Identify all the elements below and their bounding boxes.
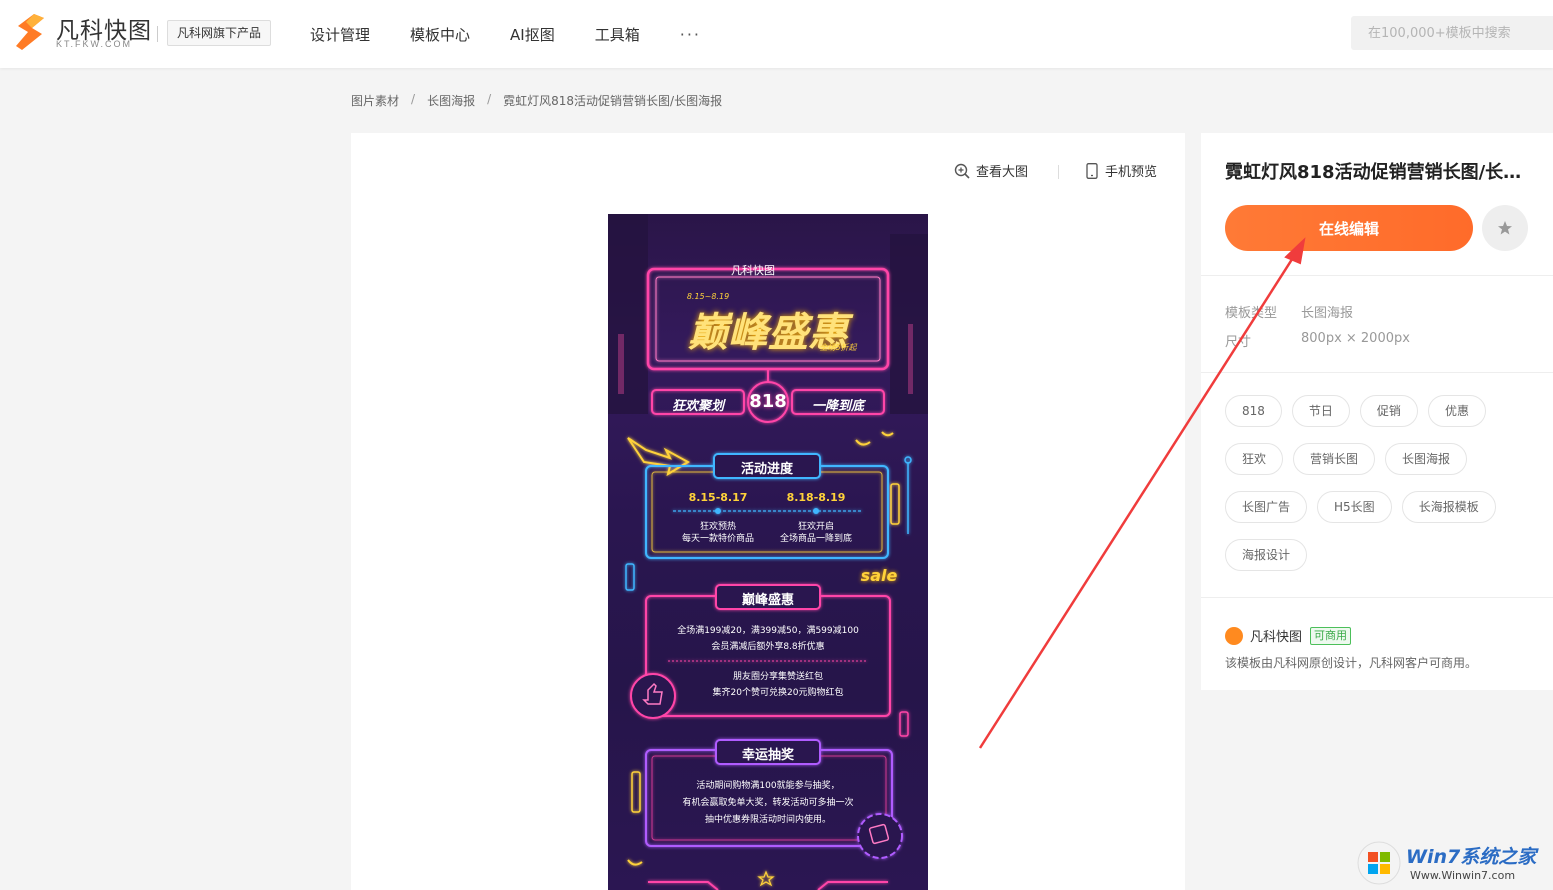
poster-s3-line3: 抽中优惠券限活动时间内使用。 xyxy=(704,815,831,825)
poster-s2-line1: 全场满199减20，满399减50，满599减100 xyxy=(677,626,859,636)
mobile-preview-label: 手机预览 xyxy=(1105,165,1158,180)
poster-left-banner: 狂欢聚划 xyxy=(671,399,724,414)
view-large-button[interactable]: 查看大图 xyxy=(954,161,1028,180)
top-header: 凡科快图 KT.FKW.COM 凡科网旗下产品 设计管理 模板中心 AI抠图 工… xyxy=(0,0,1553,68)
poster-s3-line2: 有机会赢取免单大奖，转发活动可多抽一次 xyxy=(682,798,854,808)
template-poster-preview[interactable]: 凡科快图 8.15~8.19 巅峰盛惠 全场5折起 狂欢聚划 818 一降到底 … xyxy=(608,214,928,890)
site-watermark: Win7系统之家 Www.Winwin7.com xyxy=(1352,836,1553,890)
nav-toolbox[interactable]: 工具箱 xyxy=(595,24,640,45)
mobile-preview-button[interactable]: 手机预览 xyxy=(1085,161,1157,180)
poster-section2-title: 巅峰盛惠 xyxy=(741,593,794,608)
tag-item[interactable]: 优惠 xyxy=(1427,395,1486,427)
poster-brand: 凡科快图 xyxy=(731,264,775,277)
tag-item[interactable]: H5长图 xyxy=(1317,491,1392,523)
breadcrumb-separator: / xyxy=(487,92,492,106)
watermark-url: Www.Winwin7.com xyxy=(1410,869,1516,882)
poster-s2-line3: 朋友圈分享集赞送红包 xyxy=(732,672,823,682)
product-badge[interactable]: 凡科网旗下产品 xyxy=(167,20,272,46)
view-large-label: 查看大图 xyxy=(976,165,1029,180)
logo-divider xyxy=(157,26,158,42)
poster-headline-sub: 全场5折起 xyxy=(819,343,857,352)
breadcrumb-separator: / xyxy=(411,92,416,106)
poster-section1-title: 活动进度 xyxy=(740,462,793,477)
watermark-title: Win7系统之家 xyxy=(1406,846,1537,868)
poster-section3-title: 幸运抽奖 xyxy=(741,748,794,763)
poster-center-number: 818 xyxy=(749,391,787,412)
windows-logo-icon xyxy=(1357,841,1401,885)
poster-s1-text1b: 每天一款特价商品 xyxy=(681,534,754,544)
nav-ai-cutout[interactable]: AI抠图 xyxy=(510,24,555,45)
tag-item[interactable]: 促销 xyxy=(1359,395,1418,427)
poster-sale: sale xyxy=(860,566,898,585)
tag-item[interactable]: 长海报模板 xyxy=(1401,491,1496,523)
template-title: 霓虹灯风818活动促销营销长图/长图海报 xyxy=(1225,162,1525,183)
nav-template-center[interactable]: 模板中心 xyxy=(410,24,470,45)
star-icon xyxy=(1498,221,1512,235)
nav-more-icon[interactable]: ··· xyxy=(680,25,701,44)
breadcrumb: 图片素材 / 长图海报 / 霓虹灯风818活动促销营销长图/长图海报 xyxy=(351,92,722,109)
logo-subtext: KT.FKW.COM xyxy=(56,39,132,49)
poster-s1-text2b: 全场商品一降到底 xyxy=(779,534,852,544)
poster-s2-line2: 会员满减后额外享8.8折优惠 xyxy=(711,642,825,652)
breadcrumb-item-long-poster[interactable]: 长图海报 xyxy=(427,92,475,109)
poster-s1-date2: 8.18-8.19 xyxy=(786,491,846,504)
breadcrumb-item-current: 霓虹灯风818活动促销营销长图/长图海报 xyxy=(503,94,723,108)
poster-s3-line1: 活动期间购物满100就能参与抽奖， xyxy=(696,781,840,791)
nav-design-management[interactable]: 设计管理 xyxy=(310,24,370,45)
poster-s1-date1: 8.15-8.17 xyxy=(688,491,748,504)
breadcrumb-item-materials[interactable]: 图片素材 xyxy=(351,92,399,109)
mobile-phone-icon xyxy=(1086,162,1098,179)
tag-item[interactable]: 长图海报 xyxy=(1385,443,1468,475)
poster-s2-line4: 集齐20个赞可兑换20元购物红包 xyxy=(712,688,844,698)
zoom-in-icon xyxy=(954,163,970,179)
search-input[interactable] xyxy=(1351,16,1553,50)
fanke-logo-icon[interactable] xyxy=(12,12,48,52)
main-nav: 设计管理 模板中心 AI抠图 工具箱 ··· xyxy=(310,0,701,68)
toolbar-divider xyxy=(1058,165,1059,179)
favorite-button[interactable] xyxy=(1482,205,1528,251)
poster-right-banner: 一降到底 xyxy=(811,399,864,414)
annotation-arrow-icon xyxy=(978,237,1306,749)
